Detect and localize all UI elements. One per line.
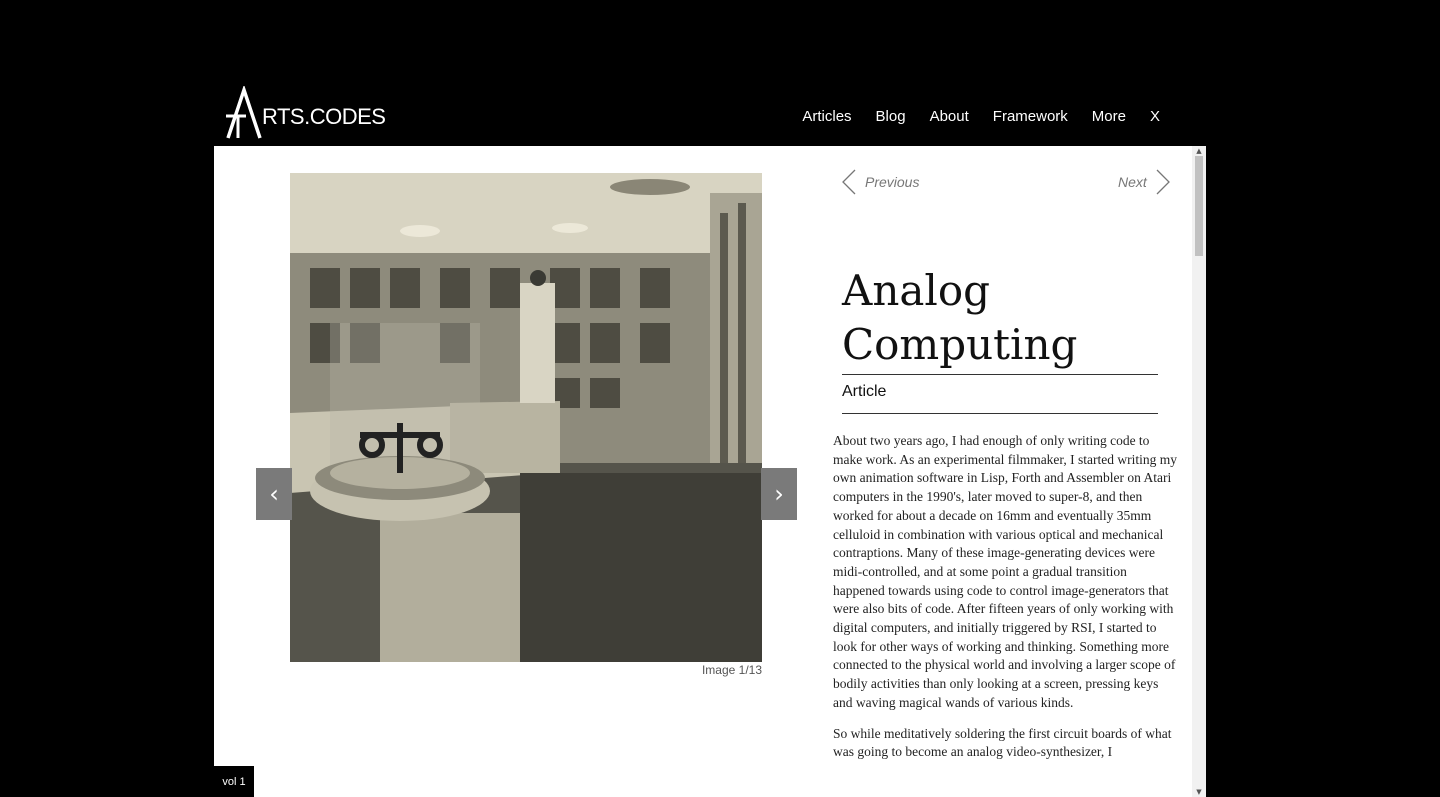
nav-articles[interactable]: Articles	[802, 108, 851, 125]
chevron-left-icon	[842, 169, 856, 195]
content-panel: ‹ › Image 1/13 Previous Next Analog Comp…	[214, 146, 1206, 797]
article-paragraph: So while meditatively soldering the firs…	[833, 725, 1172, 760]
article-paragraph: About two years ago, I had enough of onl…	[833, 433, 1177, 710]
main-nav: Articles Blog About Framework More X	[778, 108, 1160, 125]
article-title: Analog Computing	[842, 264, 1158, 375]
nav-about[interactable]: About	[930, 108, 969, 125]
previous-article-link[interactable]: Previous	[841, 168, 919, 196]
scroll-down-icon[interactable]: ▼	[1192, 787, 1206, 797]
scroll-up-icon[interactable]: ▲	[1192, 146, 1206, 156]
nav-more[interactable]: More	[1092, 108, 1126, 125]
image-counter: Image 1/13	[701, 663, 762, 677]
next-label: Next	[1118, 174, 1147, 190]
previous-label: Previous	[865, 174, 920, 190]
gallery-next-button[interactable]: ›	[761, 468, 797, 520]
scroll-thumb[interactable]	[1195, 156, 1203, 256]
gallery-prev-button[interactable]: ‹	[256, 468, 292, 520]
logo-a-icon	[226, 86, 262, 139]
article-title-line1: Analog	[842, 266, 991, 315]
article-title-line2: Computing	[842, 320, 1078, 369]
gallery-image	[290, 173, 762, 662]
nav-close[interactable]: X	[1150, 108, 1160, 125]
logo-text: RTS.CODES	[262, 104, 386, 129]
nav-framework[interactable]: Framework	[993, 108, 1068, 125]
site-header: RTS.CODES Articles Blog About Framework …	[214, 78, 1206, 146]
chevron-right-icon	[1156, 169, 1170, 195]
volume-badge[interactable]: vol 1	[214, 766, 254, 797]
article-body: About two years ago, I had enough of onl…	[833, 432, 1181, 774]
site-logo[interactable]: RTS.CODES	[224, 86, 386, 140]
nav-blog[interactable]: Blog	[876, 108, 906, 125]
article-type: Article	[842, 383, 1158, 414]
scrollbar[interactable]: ▲ ▼	[1192, 146, 1206, 797]
next-article-link[interactable]: Next	[1118, 168, 1171, 196]
